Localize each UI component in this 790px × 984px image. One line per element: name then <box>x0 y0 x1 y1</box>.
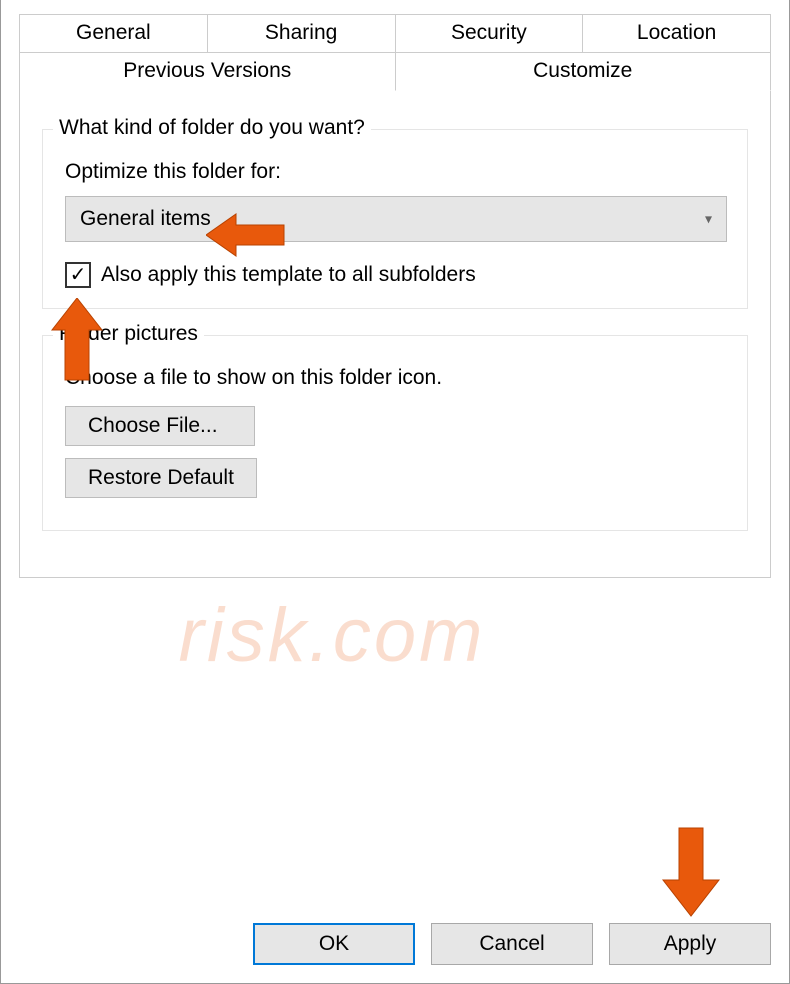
folder-pictures-desc: Choose a file to show on this folder ico… <box>65 366 727 390</box>
restore-default-button[interactable]: Restore Default <box>65 458 257 498</box>
optimize-label: Optimize this folder for: <box>65 160 727 184</box>
group-folder-pictures: Folder pictures Choose a file to show on… <box>42 335 748 531</box>
apply-subfolders-row: ✓ Also apply this template to all subfol… <box>65 262 727 288</box>
tab-sharing[interactable]: Sharing <box>207 14 396 52</box>
apply-subfolders-label: Also apply this template to all subfolde… <box>101 263 476 287</box>
optimize-select[interactable]: General items ▾ <box>65 196 727 242</box>
group-folder-kind-legend: What kind of folder do you want? <box>53 116 371 140</box>
group-folder-pictures-legend: Folder pictures <box>53 322 204 346</box>
tab-previous-versions[interactable]: Previous Versions <box>19 52 396 91</box>
optimize-select-value: General items <box>80 207 211 231</box>
choose-file-button[interactable]: Choose File... <box>65 406 255 446</box>
tab-security[interactable]: Security <box>395 14 584 52</box>
checkmark-icon: ✓ <box>70 265 87 285</box>
tab-customize[interactable]: Customize <box>395 52 772 91</box>
apply-button[interactable]: Apply <box>609 923 771 965</box>
tab-area: General Sharing Security Location Previo… <box>1 0 789 911</box>
folder-properties-dialog: PC risk.com General Sharing Security Loc… <box>0 0 790 984</box>
tab-row-1: General Sharing Security Location <box>19 14 771 52</box>
chevron-down-icon: ▾ <box>705 211 712 228</box>
tab-location[interactable]: Location <box>582 14 771 52</box>
cancel-button[interactable]: Cancel <box>431 923 593 965</box>
tab-panel-customize: What kind of folder do you want? Optimiz… <box>19 90 771 578</box>
tab-row-2: Previous Versions Customize <box>19 52 771 91</box>
group-folder-kind: What kind of folder do you want? Optimiz… <box>42 129 748 309</box>
tab-general[interactable]: General <box>19 14 208 52</box>
apply-subfolders-checkbox[interactable]: ✓ <box>65 262 91 288</box>
ok-button[interactable]: OK <box>253 923 415 965</box>
dialog-button-row: OK Cancel Apply <box>1 911 789 983</box>
